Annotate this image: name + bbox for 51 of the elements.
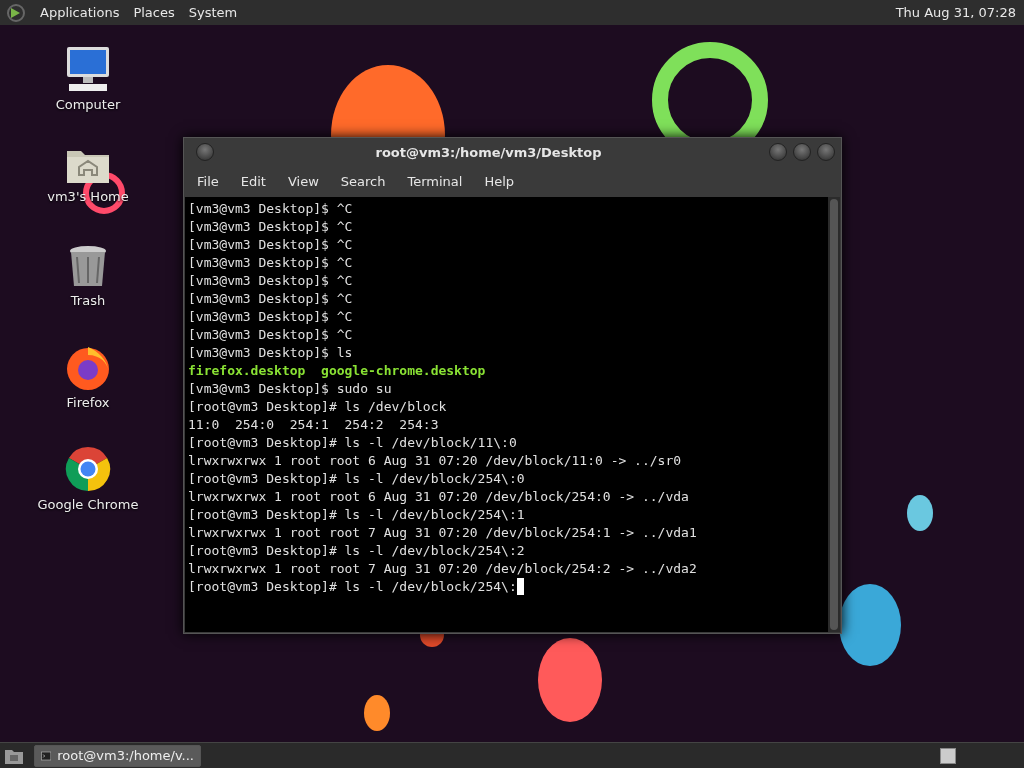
- panel-menu[interactable]: System: [188, 5, 238, 20]
- terminal-line: [vm3@vm3 Desktop]$ ^C: [188, 237, 353, 252]
- terminal-line: [vm3@vm3 Desktop]$ ^C: [188, 309, 353, 324]
- terminal-line: [vm3@vm3 Desktop]$ ^C: [188, 219, 353, 234]
- menu-item[interactable]: Terminal: [396, 174, 474, 189]
- trash-icon: [68, 245, 108, 289]
- terminal-line: [vm3@vm3 Desktop]$ ^C: [188, 291, 353, 306]
- menu-item[interactable]: View: [276, 174, 330, 189]
- menu-item[interactable]: Help: [473, 174, 526, 189]
- icon-label[interactable]: Firefox: [66, 395, 110, 410]
- terminal-line: [vm3@vm3 Desktop]$ ^C: [188, 255, 353, 270]
- terminal-line: [root@vm3 Desktop]# ls -l /dev/block/254\:1: [188, 507, 525, 522]
- terminal-line: lrwxrwxrwx 1 root root 6 Aug 31 07:20 /dev/block/11:0 -> ../sr0: [188, 453, 682, 468]
- icon-label[interactable]: Computer: [55, 97, 121, 112]
- terminal-line: [vm3@vm3 Desktop]$ sudo su: [188, 381, 392, 396]
- menu-item[interactable]: Search: [329, 174, 397, 189]
- terminal-line: firefox.desktop google-chrome.desktop: [188, 363, 486, 378]
- icon-label[interactable]: Trash: [70, 293, 106, 308]
- menu-item[interactable]: File: [186, 174, 230, 189]
- icon-label[interactable]: Google Chrome: [37, 497, 139, 512]
- wallpaper-bubble: [907, 495, 933, 531]
- terminal-line: [root@vm3 Desktop]# ls -l /dev/block/254\:0: [188, 471, 525, 486]
- scrollbar[interactable]: [828, 197, 840, 632]
- window-menu-button[interactable]: [196, 143, 214, 161]
- terminal-line: lrwxrwxrwx 1 root root 7 Aug 31 07:20 /dev/block/254:2 -> ../vda2: [188, 561, 697, 576]
- wallpaper-bubble: [364, 695, 390, 731]
- menu-item[interactable]: Edit: [229, 174, 277, 189]
- clock[interactable]: Thu Aug 31, 07:28: [895, 5, 1016, 20]
- workspace-switcher-icon[interactable]: [940, 747, 956, 764]
- panel-menu[interactable]: Places: [133, 5, 175, 20]
- terminal-line: [root@vm3 Desktop]# ls /dev/block: [188, 399, 447, 414]
- terminal-line: [vm3@vm3 Desktop]$ ^C: [188, 327, 353, 342]
- task-button[interactable]: root@vm3:/home/v...: [34, 744, 201, 767]
- terminal-line: lrwxrwxrwx 1 root root 6 Aug 31 07:20 /dev/block/254:0 -> ../vda: [188, 489, 689, 504]
- menu-logo-icon[interactable]: [6, 2, 26, 23]
- firefox-icon: [65, 345, 111, 391]
- minimize-button[interactable]: [769, 143, 787, 161]
- terminal-line: [vm3@vm3 Desktop]$ ^C: [188, 273, 353, 288]
- terminal-line: [vm3@vm3 Desktop]$ ^C: [188, 201, 353, 216]
- panel-menu[interactable]: Applications: [40, 5, 120, 20]
- maximize-button[interactable]: [793, 143, 811, 161]
- terminal-icon: [41, 749, 52, 762]
- chrome-icon: [64, 445, 112, 493]
- terminal-line: lrwxrwxrwx 1 root root 7 Aug 31 07:20 /dev/block/254:1 -> ../vda1: [188, 525, 697, 540]
- terminal-line: 11:0 254:0 254:1 254:2 254:3: [188, 417, 439, 432]
- terminal-line: [vm3@vm3 Desktop]$ ls: [188, 345, 353, 360]
- terminal-line: [root@vm3 Desktop]# ls -l /dev/block/11\:0: [188, 435, 517, 450]
- close-button[interactable]: [817, 143, 835, 161]
- terminal-line: [root@vm3 Desktop]# ls -l /dev/block/254\:: [188, 579, 517, 594]
- terminal-line: [root@vm3 Desktop]# ls -l /dev/block/254\:2: [188, 543, 525, 558]
- window-title: root@vm3:/home/vm3/Desktop: [374, 144, 603, 160]
